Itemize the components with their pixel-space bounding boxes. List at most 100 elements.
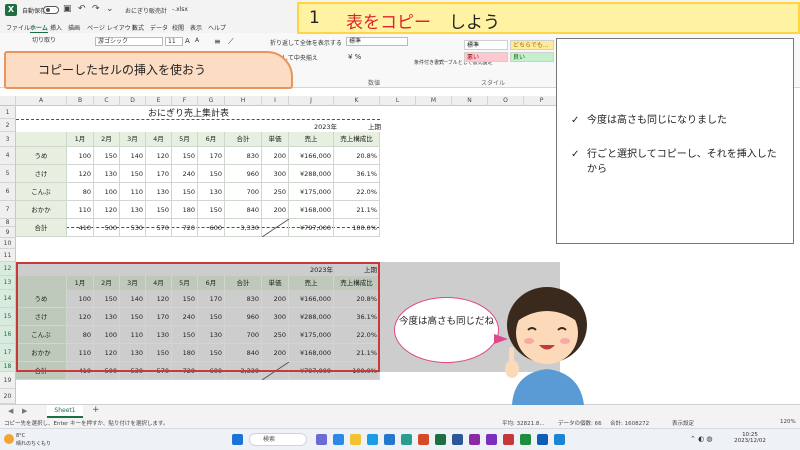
table-cell[interactable]: 120 [67,165,94,183]
tab-insert[interactable]: 挿入 [50,23,62,32]
explorer-icon[interactable] [350,434,361,445]
table-cell[interactable]: 570 [146,219,172,237]
cut-button[interactable]: 切り取り [32,35,56,44]
table-cell[interactable]: 3,330 [225,219,262,237]
column-header[interactable]: E [146,96,172,106]
taskbar-search[interactable]: 検索 [249,433,307,446]
zoom-level[interactable]: 120% [780,419,796,425]
row-header[interactable]: 18 [0,362,16,372]
period-cell[interactable]: 上期 [368,121,381,131]
table-cell[interactable]: 20.8% [334,147,380,165]
table-cell[interactable]: 130 [146,183,172,201]
number-format-select[interactable]: 標準 [346,37,408,46]
table-cell[interactable]: 840 [225,201,262,219]
tab-scroll-left-icon[interactable]: ◀ [8,407,13,415]
column-header[interactable]: M [416,96,452,106]
tab-scroll-right-icon[interactable]: ▶ [22,407,27,415]
table-cell[interactable]: 22.0% [334,183,380,201]
table-header-cell[interactable] [16,132,67,147]
store-icon[interactable] [367,434,378,445]
table-cell[interactable]: 200 [262,147,289,165]
table-cell[interactable]: 110 [67,201,94,219]
table-header-cell[interactable]: 6月 [198,132,225,147]
table-cell[interactable]: 21.1% [334,201,380,219]
table-cell[interactable]: 130 [198,183,225,201]
table-cell[interactable]: 150 [198,165,225,183]
tab-home[interactable]: ホーム [30,23,48,33]
table-cell[interactable]: 170 [146,165,172,183]
table-cell[interactable]: 150 [94,147,120,165]
row-header[interactable]: 11 [0,249,16,262]
table-cell[interactable]: 120 [146,147,172,165]
undo-icon[interactable]: ↶ [78,4,86,14]
column-header[interactable]: C [94,96,120,106]
tab-formulas[interactable]: 数式 [132,23,144,32]
row-header[interactable]: 20 [0,389,16,404]
style-bad[interactable]: 悪い [464,52,508,62]
tab-help[interactable]: ヘルプ [208,23,226,32]
table-cell[interactable]: 110 [120,183,146,201]
row-header[interactable]: 16 [0,326,16,344]
row-header[interactable]: 5 [0,165,16,183]
onenote-icon[interactable] [469,434,480,445]
row-header[interactable]: 2 [0,119,16,132]
powerpoint-icon[interactable] [418,434,429,445]
table-header-cell[interactable]: 5月 [172,132,198,147]
chrome-icon[interactable] [401,434,412,445]
quick-access-dropdown-icon[interactable]: ⌄ [106,4,114,14]
font-grow-icon[interactable]: A [185,37,190,45]
table-cell[interactable]: 300 [262,165,289,183]
row-header[interactable]: 4 [0,147,16,165]
table-header-cell[interactable]: 3月 [120,132,146,147]
table-row-label[interactable]: 合計 [16,219,67,237]
taskbar-clock[interactable]: 10:25 2023/12/02 [728,432,772,444]
table-cell[interactable]: 100.0% [334,219,380,237]
display-settings-button[interactable]: 表示設定 [672,419,694,427]
orientation-icon[interactable]: ⟋ [228,37,234,47]
column-header[interactable]: L [380,96,416,106]
row-header[interactable]: 12 [0,262,16,276]
snipping-icon[interactable] [537,434,548,445]
table-cell[interactable]: 170 [198,147,225,165]
table-cell[interactable]: 130 [120,201,146,219]
row-header[interactable]: 13 [0,276,16,290]
table-header-cell[interactable]: 1月 [67,132,94,147]
style-standard[interactable]: 標準 [464,40,508,50]
table-cell[interactable]: ¥797,000 [289,219,334,237]
start-icon[interactable] [232,434,243,445]
column-header[interactable]: N [452,96,488,106]
table-cell[interactable]: 150 [172,183,198,201]
year-cell[interactable]: 2023年 [314,121,337,131]
style-neutral[interactable]: どちらでも... [510,40,554,50]
table-cell[interactable]: 700 [225,183,262,201]
table-header-cell[interactable]: 2月 [94,132,120,147]
table-cell[interactable]: 36.1% [334,165,380,183]
wrap-text-button[interactable]: 折り返して全体を表示する [270,38,342,47]
table-cell[interactable]: 240 [172,165,198,183]
column-header[interactable]: O [488,96,524,106]
table-header-cell[interactable]: 売上 [289,132,334,147]
table-row-label[interactable]: おかか [16,201,67,219]
row-header[interactable]: 14 [0,290,16,308]
edge-icon[interactable] [333,434,344,445]
tab-page-layout[interactable]: ページ レイアウト [87,23,137,32]
column-header[interactable]: D [120,96,146,106]
table-cell[interactable]: ¥168,000 [289,201,334,219]
sheet-tab-sheet1[interactable]: Sheet1 [47,405,83,418]
table-cell[interactable]: 200 [262,201,289,219]
table-row-label[interactable]: うめ [16,147,67,165]
table-cell[interactable]: 150 [146,201,172,219]
row-header[interactable]: 17 [0,344,16,362]
column-header[interactable]: G [198,96,225,106]
table-header-cell[interactable]: 合計 [225,132,262,147]
column-header[interactable]: P [524,96,560,106]
style-good[interactable]: 良い [510,52,554,62]
widgets-icon[interactable] [316,434,327,445]
table-cell[interactable]: 130 [94,165,120,183]
row-header[interactable]: 9 [0,227,16,238]
tab-data[interactable]: データ [150,23,168,32]
column-header[interactable]: K [334,96,380,106]
row-header[interactable]: 8 [0,219,16,227]
table-cell[interactable]: 150 [198,201,225,219]
column-header[interactable]: H [225,96,262,106]
